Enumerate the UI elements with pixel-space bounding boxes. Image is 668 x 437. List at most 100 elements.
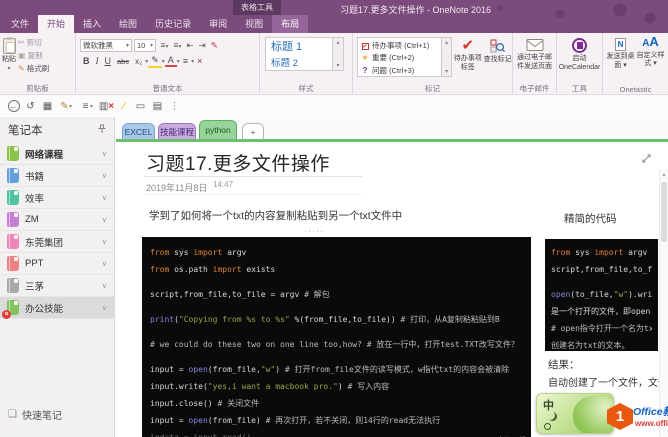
styles-gallery[interactable]: 标题 1 标题 2	[265, 37, 333, 71]
font-color-button[interactable]: A	[164, 55, 177, 67]
sidebar-item-notebook[interactable]: 网络课程 ∨	[0, 143, 114, 165]
code-block-main[interactable]: from sys import argv from os.path import …	[142, 237, 531, 437]
sidebar-item-notebook[interactable]: 书籍 ∨	[0, 165, 114, 187]
format-painter-button[interactable]: ✎ 格式刷	[18, 62, 49, 75]
strikethrough-button[interactable]: abc	[114, 57, 132, 66]
group-label: 标记	[425, 84, 440, 93]
sidebar-item-notebook[interactable]: 办公技能 ∨	[0, 297, 114, 319]
tag-todo[interactable]: ✔ 待办事项 (Ctrl+1)	[360, 39, 439, 52]
chevron-down-icon[interactable]: ∨	[102, 150, 107, 158]
bold-button[interactable]: B	[80, 56, 93, 66]
sidebar-item-notebook[interactable]: PPT ∨	[0, 253, 114, 275]
envelope-icon	[526, 39, 543, 51]
numbered-list-button[interactable]: ≡▾	[171, 40, 184, 50]
paragraph-align-button[interactable]: ≡	[180, 56, 191, 66]
back-button[interactable]: ←	[5, 100, 22, 112]
highlighter-button[interactable]: ∕	[115, 101, 132, 112]
chevron-down-icon[interactable]: ∨	[102, 260, 107, 268]
tab-review[interactable]: 审阅	[200, 15, 236, 33]
italic-button[interactable]: I	[93, 56, 102, 66]
chevron-down-icon[interactable]: ∨	[102, 172, 107, 180]
chevron-down-icon: ▾	[7, 65, 11, 72]
ribbon: 粘贴 ▾ ✂ 剪切 ▣ 复制 ✎ 格式刷 剪贴板 微软雅黑 ▾ 10 ▾ ≡▾ ≡▾ ⇤	[0, 33, 668, 95]
intro-text[interactable]: 学到了如何将一个txt的内容复制粘贴到另一个txt文件中	[149, 208, 402, 223]
shape-button[interactable]: ▭	[132, 101, 149, 112]
more-icon[interactable]: ⋮	[166, 101, 183, 112]
quick-notes-button[interactable]: ❏ 快速笔记	[0, 403, 114, 425]
tags-gallery-scroll[interactable]: ▴ ▾	[441, 37, 453, 77]
ime-status-panel[interactable]: 中	[536, 393, 614, 434]
tab-layout[interactable]: 布局	[272, 15, 309, 33]
chevron-down-icon[interactable]: ∨	[102, 194, 107, 202]
tab-history[interactable]: 历史记录	[146, 15, 200, 33]
todo-tag-button[interactable]: ✔ 待办事项标签	[452, 37, 483, 77]
chevron-down-icon[interactable]: ∨	[102, 282, 107, 290]
styles-gallery-scroll[interactable]: ▴ ▾	[333, 37, 344, 71]
indent-button[interactable]: ⇥	[196, 40, 208, 51]
delete-table-column-button[interactable]: ▥×	[98, 101, 115, 112]
onecalendar-icon	[572, 38, 587, 53]
underline-button[interactable]: U	[102, 56, 115, 66]
subscript-button[interactable]: x₂	[132, 57, 145, 66]
vertical-scrollbar[interactable]: ▴	[659, 170, 668, 437]
highlight-button[interactable]: ✎	[148, 55, 162, 68]
full-page-view-toggle[interactable]	[641, 151, 652, 169]
section-tab-python[interactable]: python	[199, 120, 237, 139]
code-block-simplified[interactable]: from sys import argv script,from_file,to_…	[545, 239, 658, 351]
notebook-icon	[7, 234, 19, 249]
group-label: 样式	[298, 84, 314, 93]
tag-question[interactable]: ? 问题 (Ctrl+3)	[360, 64, 439, 77]
send-to-desktop-button[interactable]: N 发送到桌面 ▾	[606, 36, 636, 70]
cut-button[interactable]: ✂ 剪切	[18, 36, 49, 49]
tab-file[interactable]: 文件	[2, 15, 38, 33]
style-heading2[interactable]: 标题 2	[271, 56, 327, 71]
drag-handle[interactable]: ·····	[304, 226, 324, 236]
copy-button[interactable]: ▣ 复制	[18, 49, 49, 62]
tab-home[interactable]: 开始	[38, 15, 75, 33]
right-column-heading[interactable]: 精简的代码	[564, 211, 617, 226]
tab-draw[interactable]: 绘图	[110, 15, 146, 33]
style-heading1[interactable]: 标题 1	[271, 39, 327, 56]
chevron-down-icon[interactable]: ∨	[102, 238, 107, 246]
font-styles-icon: AA	[642, 34, 659, 49]
scrollbar-thumb[interactable]	[661, 182, 667, 242]
bullet-list-button[interactable]: ≡▾	[158, 40, 171, 50]
chevron-down-icon[interactable]: ∨	[102, 304, 107, 312]
notebook-icon	[7, 190, 19, 205]
divider	[144, 176, 362, 177]
clear-formatting-button[interactable]: ×	[194, 56, 205, 66]
outdent-button[interactable]: ⇤	[184, 40, 196, 51]
undo-button[interactable]: ↺	[22, 101, 39, 112]
email-page-button[interactable]: 通过电子邮件发送页面	[515, 36, 554, 71]
font-name-select[interactable]: 微软雅黑 ▾	[80, 38, 132, 52]
tools-group: 启动 OneCalendar 工具	[557, 33, 603, 94]
insert-table-button[interactable]: ▦	[39, 101, 56, 112]
section-tab-skill[interactable]: 技能课程	[158, 123, 196, 139]
custom-styles-button[interactable]: AA 自定义样式 ▾	[636, 34, 666, 70]
tags-gallery[interactable]: ✔ 待办事项 (Ctrl+1) ★ 重要 (Ctrl+2) ? 问题 (Ctrl+3)	[357, 37, 442, 77]
tag-important[interactable]: ★ 重要 (Ctrl+2)	[360, 52, 439, 65]
sidebar-item-notebook[interactable]: 三茅 ∨	[0, 275, 114, 297]
find-tags-button[interactable]: 查找标记	[483, 37, 512, 77]
sidebar-item-notebook[interactable]: 东莞集团 ∨	[0, 231, 114, 253]
onecalendar-button[interactable]: 启动 OneCalendar	[559, 36, 600, 72]
notebook-icon	[7, 212, 19, 227]
new-section-tab[interactable]: +	[242, 123, 264, 139]
section-tab-excel[interactable]: EXCEL	[122, 123, 155, 139]
tab-view[interactable]: 视图	[236, 15, 272, 33]
moon-icon[interactable]	[546, 411, 555, 420]
chevron-down-icon[interactable]: ∨	[102, 216, 107, 224]
tab-insert[interactable]: 插入	[74, 15, 110, 33]
sidebar-item-notebook[interactable]: 效率 ∨	[0, 187, 114, 209]
sidebar-item-notebook[interactable]: ZM ∨	[0, 209, 114, 231]
clipboard-button[interactable]: ▤	[149, 101, 166, 112]
gear-icon[interactable]	[544, 423, 551, 430]
pin-icon[interactable]	[97, 124, 106, 137]
font-size-select[interactable]: 10 ▾	[134, 38, 156, 52]
page-title[interactable]: 习题17.更多文件操作	[146, 149, 330, 176]
paste-button[interactable]: 粘贴 ▾	[2, 36, 16, 75]
divider	[144, 194, 362, 195]
email-group: 通过电子邮件发送页面 电子邮件	[513, 33, 557, 94]
format-brush-icon[interactable]: ✎	[208, 40, 220, 51]
scroll-up-icon[interactable]: ▴	[660, 170, 668, 180]
